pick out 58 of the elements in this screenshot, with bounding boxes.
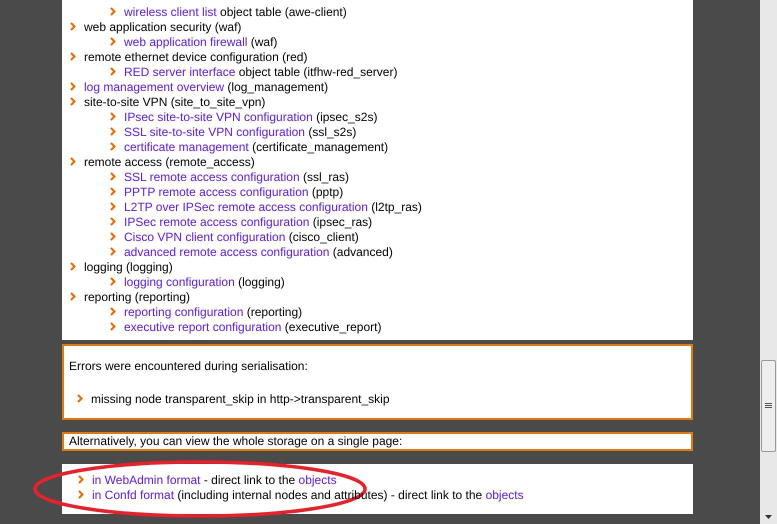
tree-item: remote ethernet device configuration (red): [84, 50, 308, 64]
link[interactable]: SSL site-to-site VPN configuration: [124, 124, 305, 138]
link[interactable]: IPsec site-to-site VPN configuration: [124, 110, 313, 124]
tree-item: site-to-site VPN (site_to_site_vpn): [84, 94, 266, 108]
scrollbar-thumb[interactable]: [761, 360, 776, 452]
link[interactable]: executive report configuration: [124, 320, 282, 334]
link[interactable]: wireless client list: [124, 4, 217, 18]
tree-item: executive report configuration (executive_report): [124, 320, 382, 334]
tree-item: logging configuration (logging): [124, 274, 285, 288]
link[interactable]: web application firewall: [124, 34, 248, 48]
link[interactable]: IPSec remote access configuration: [124, 214, 310, 228]
error-heading: Errors were encountered during serialisation:: [69, 359, 309, 373]
tree-item: IPSec remote access configuration (ipsec_ras): [124, 214, 372, 228]
tree-item: web application firewall (waf): [124, 34, 278, 48]
tree-item: certificate management (certificate_management): [124, 140, 388, 154]
tree-item: L2TP over IPSec remote access configuration (l2tp_ras): [124, 200, 422, 214]
link[interactable]: in WebAdmin format: [92, 472, 200, 486]
tree-item: web application security (waf): [84, 20, 242, 34]
link[interactable]: Cisco VPN client configuration: [124, 230, 286, 244]
link[interactable]: in Confd format: [92, 488, 174, 502]
tree-item: log management overview (log_management): [84, 80, 328, 94]
tree-item: Cisco VPN client configuration (cisco_client): [124, 230, 359, 244]
link[interactable]: PPTP remote access configuration: [124, 184, 309, 198]
tree-item: SSL remote access configuration (ssl_ras): [124, 170, 349, 184]
chevron-icon: [70, 52, 76, 61]
link[interactable]: reporting configuration: [124, 304, 244, 318]
tree-item: wireless client list object table (awe-client): [124, 4, 347, 18]
chevron-icon: [77, 394, 83, 403]
link[interactable]: SSL remote access configuration: [124, 170, 300, 184]
tree-item: remote access (remote_access): [84, 154, 255, 168]
chevron-icon: [110, 277, 116, 286]
tree-item: SSL site-to-site VPN configuration (ssl_s2s): [124, 124, 356, 138]
tree-item: logging (logging): [84, 260, 173, 274]
link[interactable]: RED server interface: [124, 64, 236, 78]
chevron-icon: [70, 22, 76, 31]
link[interactable]: certificate management: [124, 140, 249, 154]
tree-item: advanced remote access configuration (advanced): [124, 244, 393, 258]
chevron-icon: [70, 292, 76, 301]
tree-item: RED server interface object table (itfhw-red_server): [124, 64, 398, 78]
chevron-icon: [70, 157, 76, 166]
tree-item: IPsec site-to-site VPN configuration (ipsec_s2s): [124, 110, 378, 124]
error-message: missing node transparent_skip in http->transparent_skip: [91, 392, 390, 406]
chevron-icon: [70, 262, 76, 271]
link-line: in WebAdmin format - direct link to the objects: [92, 472, 337, 486]
chevron-icon: [110, 7, 116, 16]
chevron-icon: [110, 37, 116, 46]
link[interactable]: L2TP over IPSec remote access configuration: [124, 200, 368, 214]
link[interactable]: log management overview: [84, 80, 224, 94]
grip-icon: [765, 403, 772, 409]
link[interactable]: objects: [486, 488, 524, 502]
info-text: Alternatively, you can view the whole storage on a single page:: [69, 434, 402, 448]
tree-item: PPTP remote access configuration (pptp): [124, 184, 344, 198]
link[interactable]: objects: [298, 472, 337, 486]
tree-item: reporting (reporting): [84, 290, 190, 304]
tree-item: reporting configuration (reporting): [124, 304, 302, 318]
chevron-icon: [110, 67, 116, 76]
link[interactable]: logging configuration: [124, 274, 235, 288]
link[interactable]: advanced remote access configuration: [124, 244, 330, 258]
